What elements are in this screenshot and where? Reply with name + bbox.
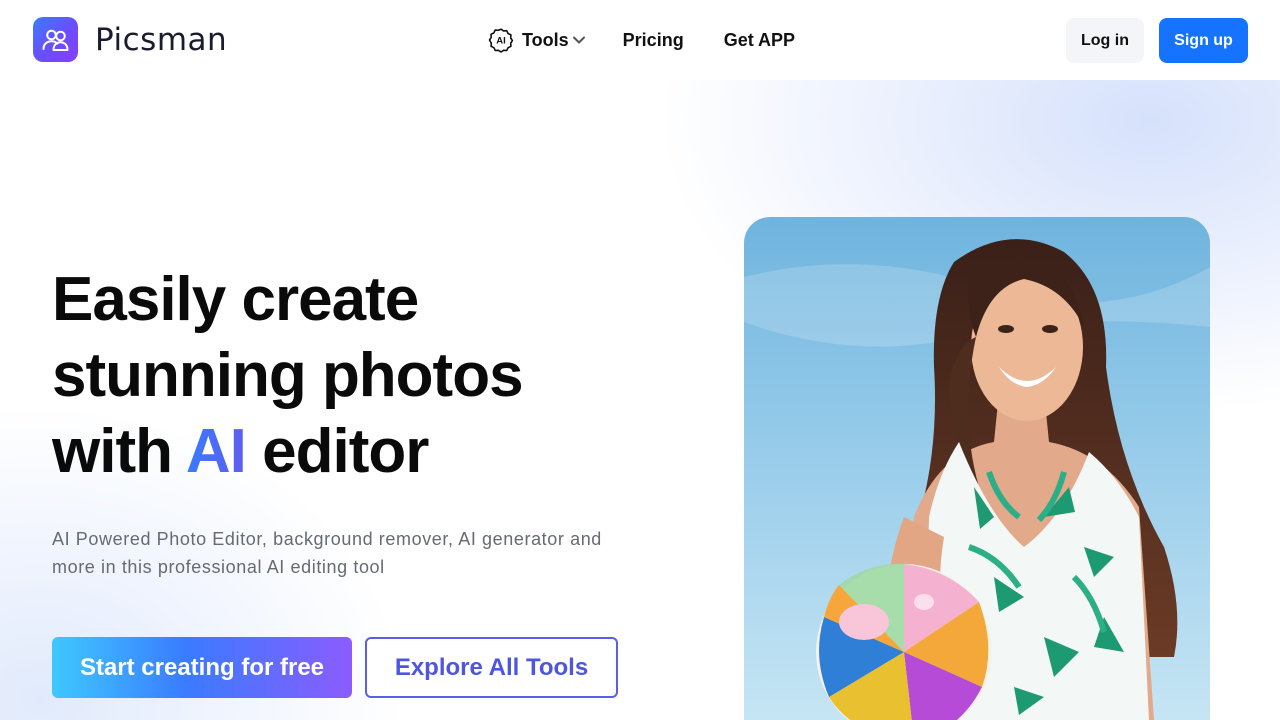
chevron-down-icon — [572, 36, 585, 44]
nav-tools-menu[interactable]: AI Tools — [488, 27, 587, 53]
explore-tools-button[interactable]: Explore All Tools — [365, 637, 618, 698]
login-button[interactable]: Log in — [1066, 18, 1144, 63]
nav-get-app-link[interactable]: Get APP — [724, 30, 795, 51]
hero-image — [744, 217, 1210, 720]
start-creating-button[interactable]: Start creating for free — [52, 637, 352, 698]
hero-title: Easily create stunning photos with AI ed… — [52, 262, 672, 490]
hero-title-line-3-post: editor — [245, 417, 429, 486]
nav-tools-label: Tools — [522, 29, 569, 50]
ai-badge-text: AI — [496, 36, 506, 47]
hero-title-line-3-pre: with — [52, 417, 186, 486]
nav-pricing-link[interactable]: Pricing — [623, 30, 684, 51]
ai-badge-icon: AI — [488, 28, 514, 53]
hero-title-ai-accent: AI — [185, 417, 247, 486]
users-icon — [33, 17, 78, 62]
hero-title-line-2: stunning photos — [52, 341, 524, 410]
hero-title-line-1: Easily create — [52, 265, 419, 334]
brand-name: Picsman — [95, 21, 228, 58]
site-header: Picsman AI Tools Pricing Get APP Log in … — [0, 0, 1280, 80]
brand-logo[interactable]: Picsman — [33, 17, 227, 62]
signup-button[interactable]: Sign up — [1159, 18, 1248, 63]
hero-subtitle: AI Powered Photo Editor, background remo… — [52, 529, 602, 577]
main-nav: AI Tools Pricing Get APP — [488, 25, 795, 55]
hero-title-line-3: with AI editor — [52, 414, 672, 490]
